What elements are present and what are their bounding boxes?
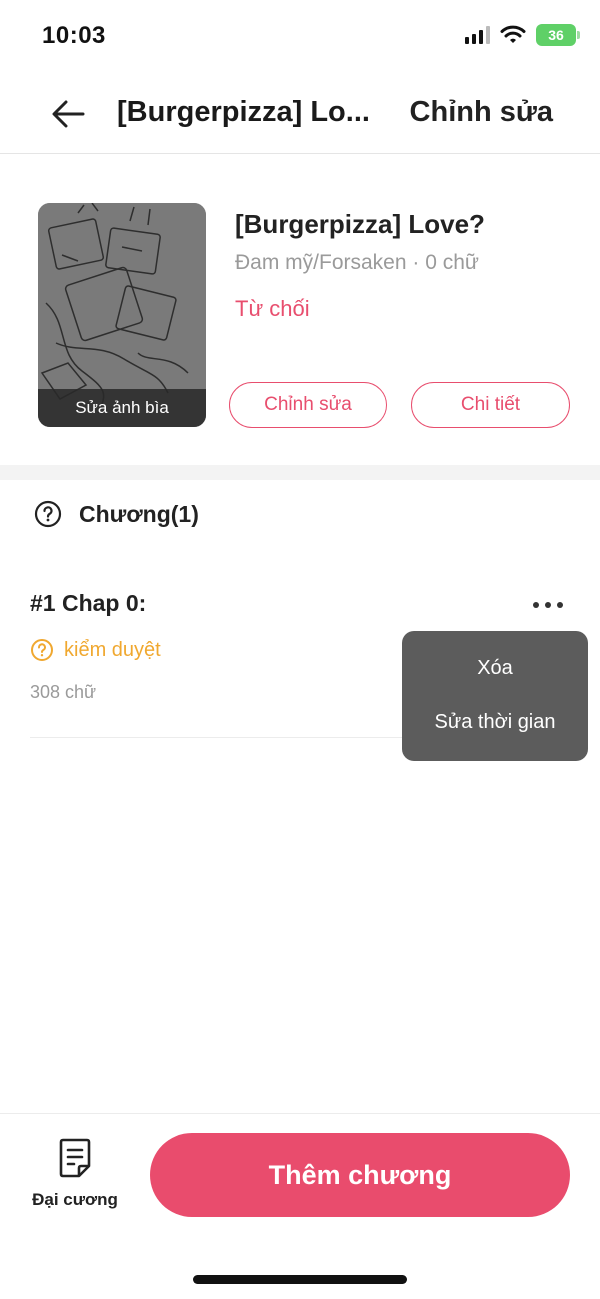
status-time: 10:03 [42, 22, 106, 49]
help-circle-icon [31, 639, 53, 661]
more-options-icon[interactable] [526, 592, 570, 618]
edit-nav-button[interactable]: Chỉnh sửa [410, 96, 553, 129]
signal-icon [465, 26, 490, 44]
battery-level: 36 [548, 27, 564, 43]
document-icon [59, 1138, 91, 1178]
help-circle-icon[interactable] [34, 500, 62, 528]
status-bar: 10:03 36 [0, 0, 600, 72]
book-status: Từ chối [235, 296, 310, 321]
outline-button[interactable]: Đại cương [28, 1138, 122, 1218]
book-cover[interactable]: Sửa ảnh bìa [38, 203, 206, 427]
arrow-left-icon [52, 100, 85, 128]
home-indicator [193, 1275, 407, 1284]
edit-time-menu-item[interactable]: Sửa thời gian [402, 711, 588, 734]
chapters-title: Chương(1) [79, 500, 199, 527]
status-icons: 36 [465, 24, 580, 46]
book-meta: Đam mỹ/Forsaken · 0 chữ [235, 251, 479, 274]
section-divider [0, 465, 600, 480]
chapter-title: #1 Chap 0: [30, 590, 147, 616]
chapter-status-label: kiểm duyệt [64, 638, 161, 661]
chapter-status: kiểm duyệt [30, 638, 161, 662]
battery-icon: 36 [536, 24, 580, 46]
book-title: [Burgerpizza] Love? [235, 209, 485, 239]
page-title: [Burgerpizza] Lo... [117, 96, 370, 128]
chapters-header: Chương(1) [34, 500, 199, 528]
book-info: Sửa ảnh bìa [Burgerpizza] Love? Đam mỹ/F… [0, 155, 600, 465]
delete-menu-item[interactable]: Xóa [402, 657, 588, 680]
wifi-icon [500, 25, 526, 43]
back-button[interactable] [46, 92, 90, 136]
nav-bar: [Burgerpizza] Lo... Chỉnh sửa [0, 72, 600, 154]
edit-cover-label[interactable]: Sửa ảnh bìa [38, 389, 206, 427]
edit-book-button[interactable]: Chỉnh sửa [229, 382, 387, 428]
chapter-word-count: 308 chữ [30, 682, 97, 702]
add-chapter-button[interactable]: Thêm chương [150, 1133, 570, 1217]
popup-menu: Xóa Sửa thời gian [402, 631, 588, 761]
outline-label: Đại cương [32, 1190, 118, 1209]
bottom-bar: Đại cương Thêm chương [0, 1113, 600, 1299]
detail-button[interactable]: Chi tiết [411, 382, 570, 428]
